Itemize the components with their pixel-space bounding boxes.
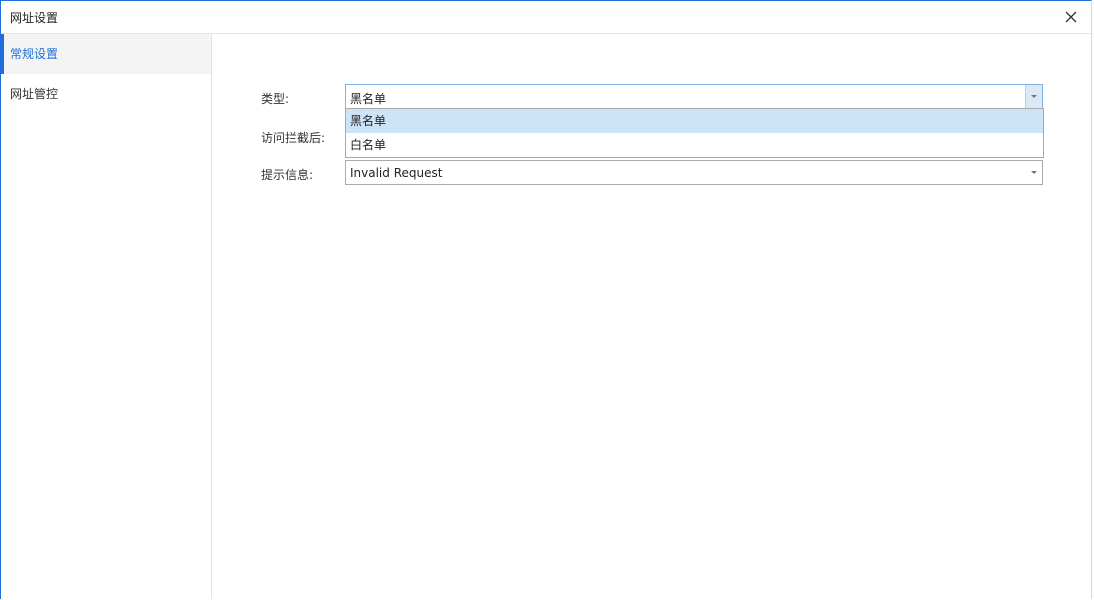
sidebar-item-url-control[interactable]: 网址管控: [1, 74, 211, 114]
main-content: 类型: 黑名单 访问拦截后: 提示信息: Invalid Request 黑名单…: [212, 34, 1091, 599]
close-button[interactable]: [1061, 7, 1081, 27]
after-block-label: 访问拦截后:: [261, 131, 326, 145]
sidebar-item-label: 常规设置: [10, 47, 59, 61]
dropdown-arrow-button[interactable]: [1026, 161, 1042, 184]
type-dropdown-list: 黑名单 白名单: [345, 108, 1044, 158]
type-select[interactable]: 黑名单: [345, 84, 1043, 109]
sidebar: 常规设置 网址管控: [1, 34, 212, 599]
type-select-value: 黑名单: [350, 92, 387, 106]
title-bar: 网址设置: [1, 1, 1091, 34]
tip-select[interactable]: Invalid Request: [345, 160, 1043, 185]
settings-dialog: 网址设置 常规设置 网址管控 类型: 黑名单 访问拦截后: 提示信息: Inva…: [0, 0, 1092, 599]
dropdown-option-whitelist[interactable]: 白名单: [346, 133, 1043, 157]
sidebar-item-general-settings[interactable]: 常规设置: [1, 34, 211, 74]
tip-select-value: Invalid Request: [350, 166, 443, 180]
type-label: 类型:: [261, 92, 290, 106]
dropdown-arrow-button[interactable]: [1025, 85, 1042, 108]
window-title: 网址设置: [10, 11, 59, 25]
chevron-down-icon: [1031, 171, 1037, 174]
sidebar-item-label: 网址管控: [10, 87, 59, 101]
dropdown-option-blacklist[interactable]: 黑名单: [346, 109, 1043, 133]
chevron-down-icon: [1031, 95, 1037, 98]
close-icon: [1065, 11, 1077, 23]
tip-label: 提示信息:: [261, 168, 314, 182]
